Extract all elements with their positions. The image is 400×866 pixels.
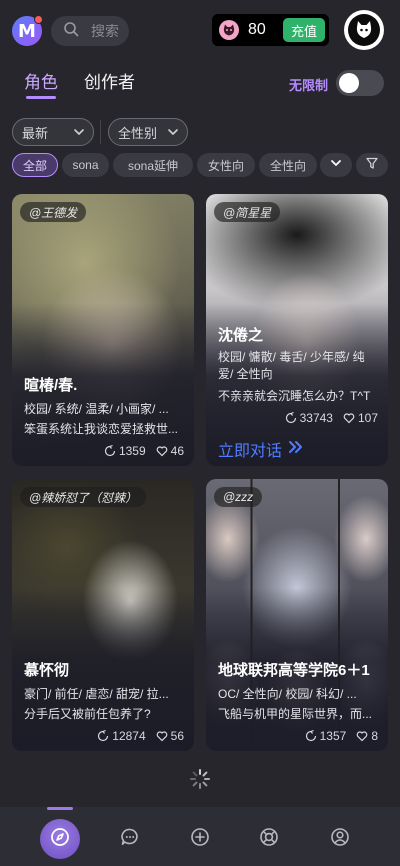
- card-stats: 1357 8: [305, 729, 378, 743]
- chip-female[interactable]: 女性向: [197, 153, 255, 177]
- filter-funnel-icon: [365, 156, 379, 175]
- chat-bubble-icon: [120, 827, 140, 852]
- sort-dropdown[interactable]: 最新: [12, 118, 94, 146]
- character-card[interactable]: @zzz 地球联邦高等学院6＋1 OC/ 全性向/ 校园/ 科幻/ ... 飞船…: [206, 479, 388, 751]
- tab-creators[interactable]: 创作者: [84, 68, 135, 93]
- author-tag[interactable]: @zzz: [214, 487, 263, 507]
- author-tag[interactable]: @简星星: [214, 202, 281, 222]
- like-count: 56: [170, 729, 184, 743]
- chat-count-icon: [97, 730, 109, 742]
- coin-count: 80: [248, 21, 266, 38]
- character-desc: 笨蛋系统让我谈恋爱拯救世...: [24, 422, 179, 436]
- chip-all[interactable]: 全部: [12, 153, 58, 177]
- character-desc: 飞船与机甲的星际世界，而...: [218, 707, 373, 721]
- top-header: M 搜索 80 充值: [0, 10, 400, 54]
- cat-coin-icon: [219, 20, 239, 40]
- user-avatar[interactable]: [344, 10, 384, 50]
- chat-count: 1357: [319, 729, 347, 743]
- start-chat-link[interactable]: 立即对话: [218, 437, 304, 461]
- character-name: 慕怀彻: [24, 662, 70, 679]
- chat-count: 33743: [299, 411, 333, 425]
- character-name: 地球联邦高等学院6＋1: [218, 662, 370, 679]
- like-count: 8: [371, 729, 378, 743]
- user-icon: [330, 827, 350, 852]
- sort-value: 最新: [22, 125, 49, 141]
- character-card[interactable]: @辣娇怼了（怼辣） 慕怀彻 豪门/ 前任/ 虐恋/ 甜宠/ 拉... 分手后又被…: [12, 479, 194, 751]
- chip-all-gender[interactable]: 全性向: [259, 153, 317, 177]
- black-cat-icon: [348, 14, 380, 46]
- loading-spinner-icon: [189, 768, 211, 790]
- card-stats: 1359 46: [104, 444, 184, 458]
- character-card[interactable]: @王德发 暄椿/春. 校园/ 系统/ 温柔/ 小画家/ ... 笨蛋系统让我谈恋…: [12, 194, 194, 466]
- character-tags: OC/ 全性向/ 校园/ 科幻/ ...: [218, 687, 357, 701]
- character-card[interactable]: @简星星 沈倦之 校园/ 慵散/ 毒舌/ 少年感/ 纯爱/ 全性向 不亲亲就会沉…: [206, 194, 388, 466]
- filter-divider: [100, 120, 101, 144]
- filter-button[interactable]: [356, 153, 388, 177]
- plus-circle-icon: [190, 827, 210, 852]
- character-name: 暄椿/春.: [24, 377, 78, 394]
- logo-letter: M: [18, 20, 36, 42]
- search-icon: [63, 21, 79, 42]
- chat-count: 1359: [118, 444, 146, 458]
- nav-support[interactable]: [249, 819, 289, 859]
- chip-sona[interactable]: sona: [62, 153, 109, 177]
- search-bar[interactable]: 搜索: [51, 16, 129, 46]
- nav-profile[interactable]: [320, 819, 360, 859]
- unlimited-label: 无限制: [288, 78, 328, 93]
- compass-icon: [50, 827, 70, 852]
- app-logo[interactable]: M: [12, 15, 43, 46]
- gender-value: 全性别: [118, 125, 158, 141]
- heart-icon: [156, 730, 168, 742]
- gender-dropdown[interactable]: 全性别: [108, 118, 188, 146]
- like-count: 46: [170, 444, 184, 458]
- nav-messages[interactable]: [110, 819, 150, 859]
- chevron-down-icon: [167, 126, 179, 141]
- nav-discover[interactable]: [40, 819, 80, 859]
- heart-icon: [156, 445, 168, 457]
- toggle-knob: [339, 73, 359, 93]
- tab-characters[interactable]: 角色: [24, 68, 58, 99]
- chat-count: 12874: [112, 729, 146, 743]
- double-chevron-right-icon: [288, 440, 304, 459]
- character-tags: 校园/ 系统/ 温柔/ 小画家/ ...: [24, 402, 169, 416]
- chevron-down-icon: [73, 126, 85, 141]
- coin-balance: 80 充值: [212, 14, 329, 46]
- character-name: 沈倦之: [218, 327, 264, 344]
- start-chat-label: 立即对话: [218, 443, 283, 460]
- author-tag[interactable]: @王德发: [20, 202, 87, 222]
- chat-count-icon: [104, 445, 116, 457]
- heart-icon: [356, 730, 368, 742]
- unlimited-toggle[interactable]: [336, 70, 384, 96]
- expand-tags-button[interactable]: [320, 153, 352, 177]
- chevron-down-icon: [330, 156, 342, 174]
- character-tags: 校园/ 慵散/ 毒舌/ 少年感/ 纯爱/ 全性向: [218, 350, 365, 381]
- recharge-button[interactable]: 充值: [283, 18, 325, 42]
- heart-icon: [343, 412, 355, 424]
- like-count: 107: [357, 411, 378, 425]
- lifebuoy-icon: [259, 827, 279, 852]
- active-nav-indicator: [47, 807, 73, 810]
- card-stats: 33743 107: [285, 411, 378, 425]
- chat-count-icon: [305, 730, 317, 742]
- author-tag[interactable]: @辣娇怼了（怼辣）: [20, 487, 147, 507]
- chip-sona-extend[interactable]: sona延伸: [113, 153, 193, 177]
- character-tags: 豪门/ 前任/ 虐恋/ 甜宠/ 拉...: [24, 687, 169, 701]
- notification-dot: [34, 15, 43, 24]
- character-desc: 不亲亲就会沉睡怎么办？T^T: [218, 389, 371, 403]
- nav-create[interactable]: [180, 819, 220, 859]
- search-placeholder: 搜索: [91, 23, 119, 39]
- character-desc: 分手后又被前任包养了?: [24, 707, 151, 721]
- chat-count-icon: [285, 412, 297, 424]
- card-stats: 12874 56: [97, 729, 184, 743]
